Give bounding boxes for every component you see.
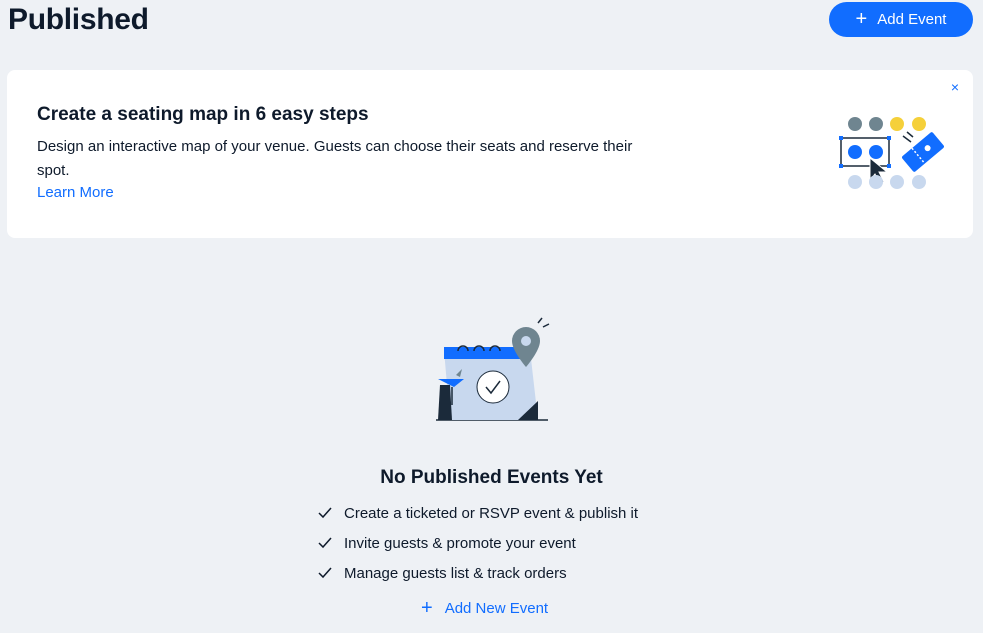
plus-icon: + [855,7,868,30]
check-icon [318,567,332,579]
plus-icon: + [421,597,433,619]
add-new-event-button[interactable]: + Add New Event [421,598,548,618]
check-icon [318,537,332,549]
add-event-button[interactable]: + Add Event [829,2,973,37]
seating-map-illustration [839,117,944,189]
banner-title: Create a seating map in 6 easy steps [37,104,369,125]
check-icon [318,507,332,519]
calendar-illustration [436,317,550,421]
published-events-page: Published + Add Event Create a seating m… [0,0,983,633]
empty-state-title: No Published Events Yet [380,467,603,488]
list-item: Create a ticketed or RSVP event & publis… [318,498,638,528]
seating-map-banner: Create a seating map in 6 easy steps Des… [7,70,973,238]
list-item-label: Create a ticketed or RSVP event & publis… [344,504,639,522]
benefits-list: Create a ticketed or RSVP event & publis… [318,498,638,588]
list-item-label: Manage guests list & track orders [344,564,567,582]
list-item-label: Invite guests & promote your event [344,534,576,552]
add-event-label: Add Event [877,11,947,28]
add-new-event-label: Add New Event [444,599,549,617]
page-title: Published [8,3,149,36]
learn-more-link[interactable]: Learn More [37,184,114,201]
list-item: Manage guests list & track orders [318,558,638,588]
banner-description: Design an interactive map of your venue.… [37,138,633,179]
close-icon[interactable]: × [948,80,962,94]
list-item: Invite guests & promote your event [318,528,638,558]
